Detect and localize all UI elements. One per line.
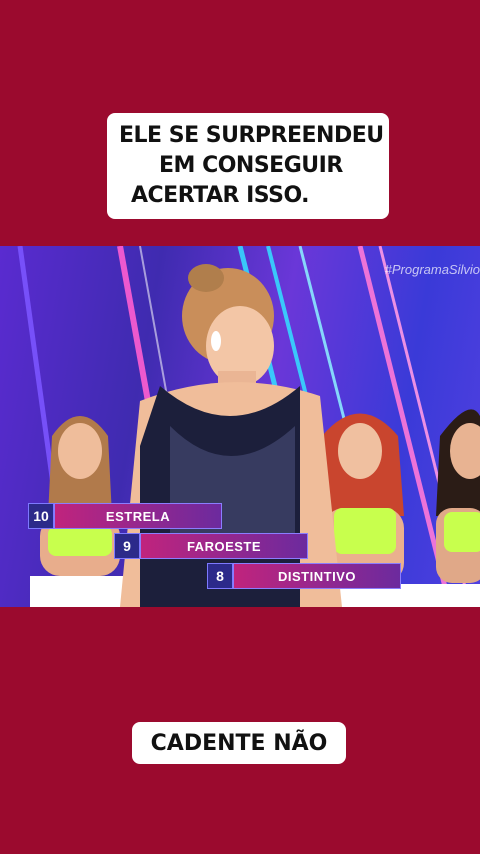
answer-word: ESTRELA bbox=[54, 503, 222, 529]
answer-word: FAROESTE bbox=[140, 533, 308, 559]
video-frame[interactable]: #ProgramaSilvio 10 ESTRELA 9 FAROESTE 8 … bbox=[0, 246, 480, 607]
caption-top: ELE SE SURPREENDEU EM CONSEGUIR ACERTAR … bbox=[107, 113, 389, 219]
caption-top-line-2: EM CONSEGUIR bbox=[159, 153, 343, 178]
watermark: #ProgramaSilvio bbox=[384, 262, 480, 277]
answer-word: DISTINTIVO bbox=[233, 563, 401, 589]
caption-top-line-3: ACERTAR ISSO. bbox=[131, 183, 310, 208]
answer-row: 9 FAROESTE bbox=[114, 533, 308, 559]
answer-row: 10 ESTRELA bbox=[28, 503, 222, 529]
caption-top-line-1: ELE SE SURPREENDEU bbox=[119, 123, 384, 148]
answer-number: 8 bbox=[207, 563, 233, 589]
caption-bottom: CADENTE NÃO bbox=[132, 722, 346, 764]
answer-number: 9 bbox=[114, 533, 140, 559]
answer-number: 10 bbox=[28, 503, 54, 529]
answer-row: 8 DISTINTIVO bbox=[207, 563, 401, 589]
